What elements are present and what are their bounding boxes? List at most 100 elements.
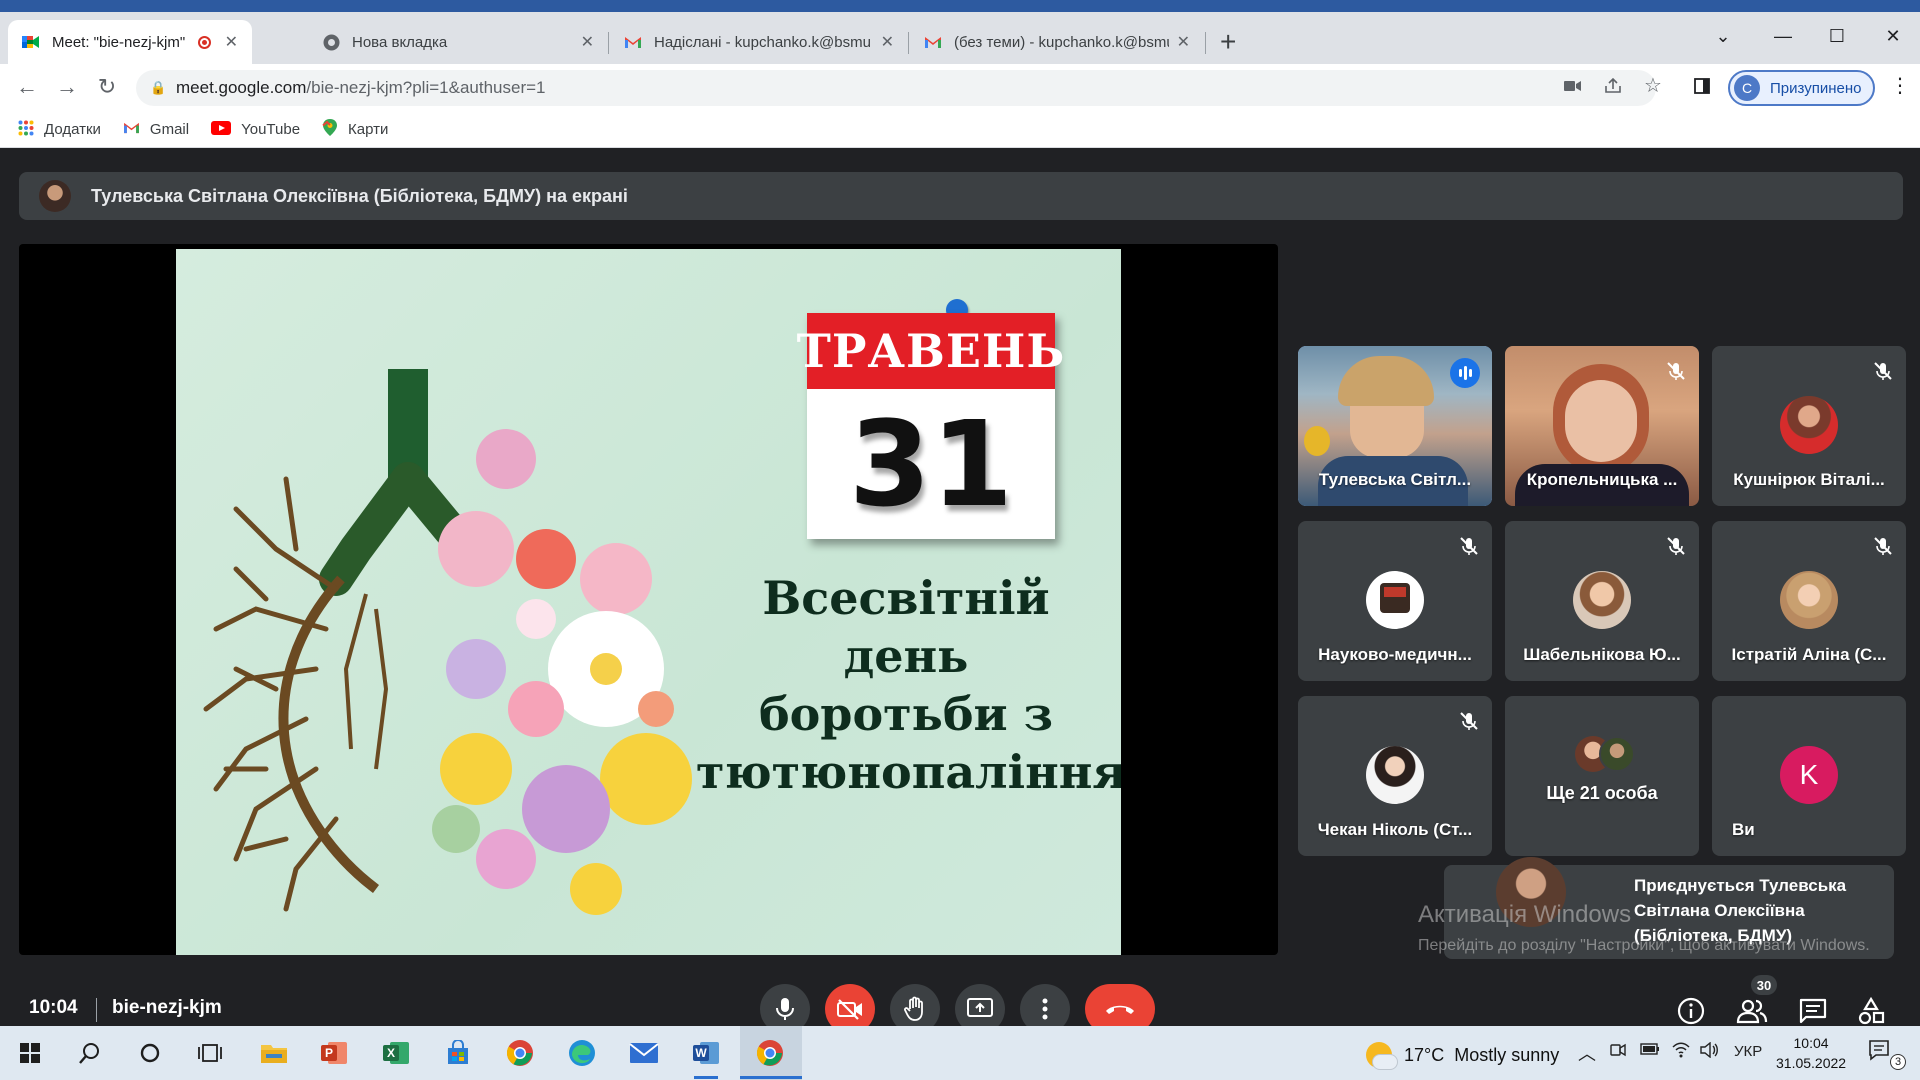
weather-widget[interactable]: 17°C Mostly sunny	[1366, 1042, 1560, 1070]
tab-meet[interactable]: Meet: "bie-nezj-kjm" ✕	[8, 20, 252, 64]
mail-button[interactable]	[626, 1035, 662, 1071]
window-top-edge	[0, 0, 1920, 12]
present-icon	[967, 998, 993, 1017]
excel-icon: X	[383, 1042, 409, 1064]
address-host: meet.google.com	[176, 78, 307, 97]
participant-name: Істратій Аліна (С...	[1731, 645, 1887, 664]
bookmark-label: Gmail	[149, 121, 190, 138]
participant-tile[interactable]: Шабельнікова Ю...	[1505, 521, 1699, 681]
tab-title: (без теми) - kupchanko.k@bsmu	[954, 33, 1169, 51]
word-button[interactable]: W	[688, 1035, 724, 1071]
more-vert-icon	[1042, 998, 1048, 1020]
chat-button[interactable]	[1796, 994, 1830, 1028]
powerpoint-button[interactable]: P	[316, 1035, 352, 1071]
reload-button[interactable]: ↻	[92, 74, 122, 100]
notifications-count-badge: 3	[1890, 1054, 1906, 1070]
star-icon[interactable]: ☆	[1644, 73, 1662, 98]
chrome-icon	[322, 33, 340, 51]
people-icon	[1736, 999, 1768, 1024]
address-path: /bie-nezj-kjm?pli=1&authuser=1	[306, 78, 546, 97]
gmail-icon	[624, 33, 642, 51]
volume-icon[interactable]	[1700, 1041, 1720, 1063]
cortana-button[interactable]	[132, 1035, 168, 1071]
meet-tray-icon[interactable]	[1610, 1042, 1626, 1063]
close-icon[interactable]: ✕	[1177, 32, 1190, 52]
close-icon[interactable]: ✕	[881, 32, 894, 52]
search-button[interactable]	[72, 1035, 108, 1071]
maximize-button[interactable]: ☐	[1814, 26, 1860, 47]
participant-name: Ще 21 особа	[1546, 783, 1658, 803]
participant-tile[interactable]: Кушнірюк Віталі...	[1712, 346, 1906, 506]
forward-button[interactable]: →	[52, 74, 82, 100]
gmail-icon	[924, 33, 942, 51]
tab-gmail-draft[interactable]: (без теми) - kupchanko.k@bsmu ✕	[910, 20, 1204, 64]
wifi-icon[interactable]	[1672, 1042, 1690, 1063]
tab-search-icon[interactable]: ⌄	[1700, 26, 1746, 47]
participant-tile[interactable]: Тулевська Світл...	[1298, 346, 1492, 506]
notifications-icon[interactable]	[1868, 1039, 1890, 1066]
meeting-details-button[interactable]	[1674, 994, 1708, 1028]
edge-button[interactable]	[564, 1035, 600, 1071]
slide-line: боротьби з	[758, 687, 1054, 741]
bookmark-youtube[interactable]: YouTube	[211, 120, 300, 139]
self-tile[interactable]: K Ви	[1712, 696, 1906, 856]
store-icon	[448, 1040, 468, 1064]
participant-tile[interactable]: Кропельницька ...	[1505, 346, 1699, 506]
close-icon[interactable]: ✕	[225, 32, 238, 52]
close-window-button[interactable]: ✕	[1870, 26, 1916, 47]
chrome-meet-button[interactable]	[752, 1035, 788, 1071]
clock-date: 31.05.2022	[1776, 1055, 1847, 1071]
tab-new-tab[interactable]: Нова вкладка ✕	[308, 20, 608, 64]
more-participants-tile[interactable]: Ще 21 особа	[1505, 696, 1699, 856]
meet-window: Тулевська Світлана Олексіївна (Бібліотек…	[0, 149, 1920, 1034]
participant-tile[interactable]: Науково-медичн...	[1298, 521, 1492, 681]
address-bar[interactable]: 🔒 meet.google.com/bie-nezj-kjm?pli=1&aut…	[136, 70, 1656, 106]
profile-avatar: C	[1734, 75, 1760, 101]
participant-tile[interactable]: Чекан Ніколь (Ст...	[1298, 696, 1492, 856]
meeting-code: bie-nezj-kjm	[112, 997, 222, 1018]
task-view-icon	[198, 1044, 222, 1062]
share-icon[interactable]	[1604, 77, 1622, 99]
system-clock[interactable]: 10:04 31.05.2022	[1776, 1033, 1846, 1073]
menu-dots-icon[interactable]: ⋮	[1890, 73, 1910, 98]
bookmark-label: Додатки	[44, 121, 101, 138]
participant-name: Кропельницька ...	[1526, 470, 1678, 489]
new-tab-button[interactable]: +	[1220, 26, 1236, 58]
call-end-icon	[1106, 1005, 1134, 1014]
profile-button[interactable]: C Призупинено	[1728, 70, 1876, 106]
chevron-up-icon[interactable]: ︿	[1578, 1040, 1596, 1066]
slide-line: Всесвітній	[762, 571, 1050, 625]
camera-icon[interactable]	[1564, 78, 1582, 98]
back-button[interactable]: ←	[12, 74, 42, 100]
minimize-button[interactable]: —	[1760, 26, 1806, 47]
weather-temp: 17°C	[1404, 1044, 1445, 1065]
close-icon[interactable]: ✕	[581, 32, 594, 52]
maps-icon	[322, 119, 338, 140]
bookmark-gmail[interactable]: Gmail	[123, 121, 189, 138]
excel-button[interactable]: X	[378, 1035, 414, 1071]
shared-screen[interactable]: ТРАВЕНЬ 31 Всесвітній день боротьби з тю…	[19, 244, 1278, 955]
file-explorer-button[interactable]	[256, 1035, 292, 1071]
windows-start-button[interactable]	[12, 1035, 48, 1071]
tab-gmail-sent[interactable]: Надіслані - kupchanko.k@bsmu ✕	[610, 20, 908, 64]
task-view-button[interactable]	[192, 1035, 228, 1071]
active-app-underline	[740, 1076, 802, 1079]
youtube-icon	[211, 120, 232, 139]
presenter-avatar	[39, 180, 71, 212]
people-button[interactable]	[1735, 994, 1769, 1028]
weather-text: Mostly sunny	[1454, 1044, 1560, 1065]
clock-time: 10:04	[1793, 1035, 1829, 1051]
bookmark-maps[interactable]: Карти	[322, 119, 388, 140]
chrome-button[interactable]	[502, 1035, 538, 1071]
participant-name: Науково-медичн...	[1318, 645, 1472, 664]
activities-button[interactable]	[1854, 994, 1888, 1028]
side-panel-icon[interactable]	[1694, 78, 1710, 99]
participant-tile[interactable]: Істратій Аліна (С...	[1712, 521, 1906, 681]
participant-avatar	[1573, 571, 1631, 629]
battery-icon[interactable]	[1640, 1042, 1660, 1060]
input-language[interactable]: УКР	[1734, 1043, 1762, 1060]
divider	[96, 998, 97, 1022]
bookmark-apps[interactable]: Додатки	[18, 120, 101, 140]
participant-avatar	[1599, 736, 1635, 772]
store-button[interactable]	[440, 1035, 476, 1071]
